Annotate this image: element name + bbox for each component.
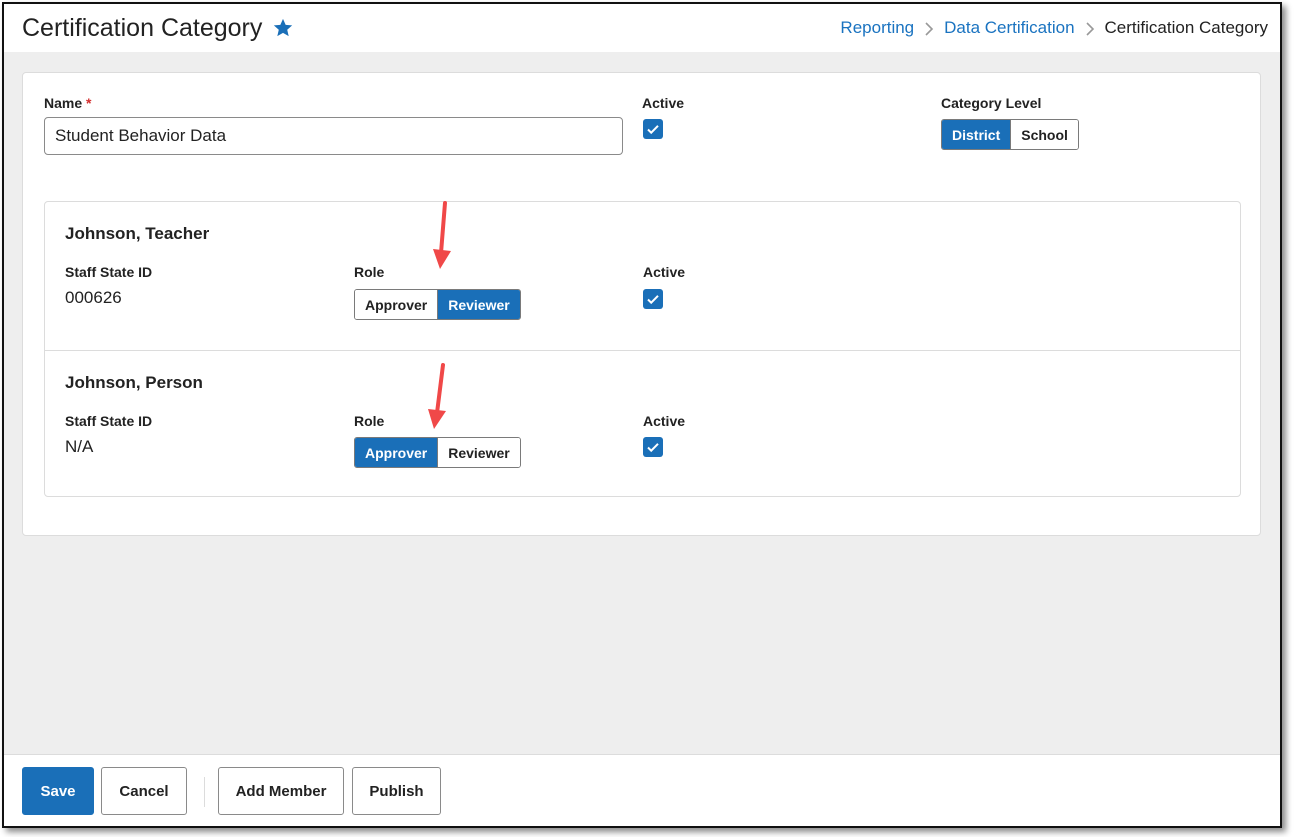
breadcrumb-current: Certification Category [1104, 18, 1268, 37]
category-level-label: Category Level [941, 95, 1042, 111]
staff-state-id-value: 000626 [65, 288, 122, 307]
category-level-district[interactable]: District [942, 120, 1011, 149]
page-title: Certification Category [22, 13, 263, 42]
star-icon[interactable] [272, 17, 294, 39]
page-header: Certification Category Reporting Data Ce… [4, 4, 1280, 52]
checkmark-icon [647, 125, 659, 135]
member-row: Johnson, Person Staff State ID N/A Role … [45, 350, 1240, 498]
role-reviewer[interactable]: Reviewer [437, 290, 520, 319]
annotation-arrow [433, 201, 451, 269]
staff-state-id-label: Staff State ID [65, 264, 153, 280]
role-label: Role [354, 413, 385, 429]
member-name: Johnson, Person [65, 373, 203, 392]
members-list: Johnson, Teacher Staff State ID 000626 R… [44, 201, 1241, 497]
member-active-label: Active [643, 413, 686, 429]
role-toggle: Approver Reviewer [354, 437, 521, 468]
app-window: Certification Category Reporting Data Ce… [2, 2, 1282, 828]
save-button[interactable]: Save [22, 767, 94, 815]
member-active-checkbox[interactable] [643, 437, 663, 457]
publish-button[interactable]: Publish [352, 767, 441, 815]
chevron-right-icon [1085, 21, 1095, 36]
member-active-label: Active [643, 264, 686, 280]
name-label-text: Name [44, 95, 83, 111]
category-card: Name * Active Category Level District Sc… [22, 72, 1261, 536]
required-mark: * [86, 95, 92, 111]
role-toggle: Approver Reviewer [354, 289, 521, 320]
checkmark-icon [647, 295, 659, 305]
name-input[interactable] [44, 117, 623, 155]
staff-state-id-value: N/A [65, 437, 94, 456]
chevron-right-icon [924, 21, 934, 36]
checkmark-icon [647, 443, 659, 453]
footer-divider [204, 777, 205, 807]
breadcrumb-data-certification[interactable]: Data Certification [944, 18, 1074, 38]
role-label: Role [354, 264, 385, 280]
name-label: Name * [44, 95, 91, 111]
staff-state-id-label: Staff State ID [65, 413, 153, 429]
member-name: Johnson, Teacher [65, 224, 210, 243]
category-level-school[interactable]: School [1010, 120, 1078, 149]
breadcrumb-reporting[interactable]: Reporting [840, 18, 914, 38]
member-active-checkbox[interactable] [643, 289, 663, 309]
active-checkbox[interactable] [643, 119, 663, 139]
page-title-group: Certification Category [22, 14, 294, 43]
annotation-arrow [428, 363, 446, 429]
member-row: Johnson, Teacher Staff State ID 000626 R… [45, 201, 1240, 350]
role-approver[interactable]: Approver [355, 438, 438, 467]
breadcrumb: Reporting Data Certification Certificati… [840, 18, 1268, 38]
action-footer: Save Cancel Add Member Publish [4, 754, 1280, 826]
category-level-toggle: District School [941, 119, 1079, 150]
role-reviewer[interactable]: Reviewer [437, 438, 520, 467]
role-approver[interactable]: Approver [355, 290, 438, 319]
cancel-button[interactable]: Cancel [101, 767, 187, 815]
add-member-button[interactable]: Add Member [218, 767, 344, 815]
active-label: Active [642, 95, 685, 111]
